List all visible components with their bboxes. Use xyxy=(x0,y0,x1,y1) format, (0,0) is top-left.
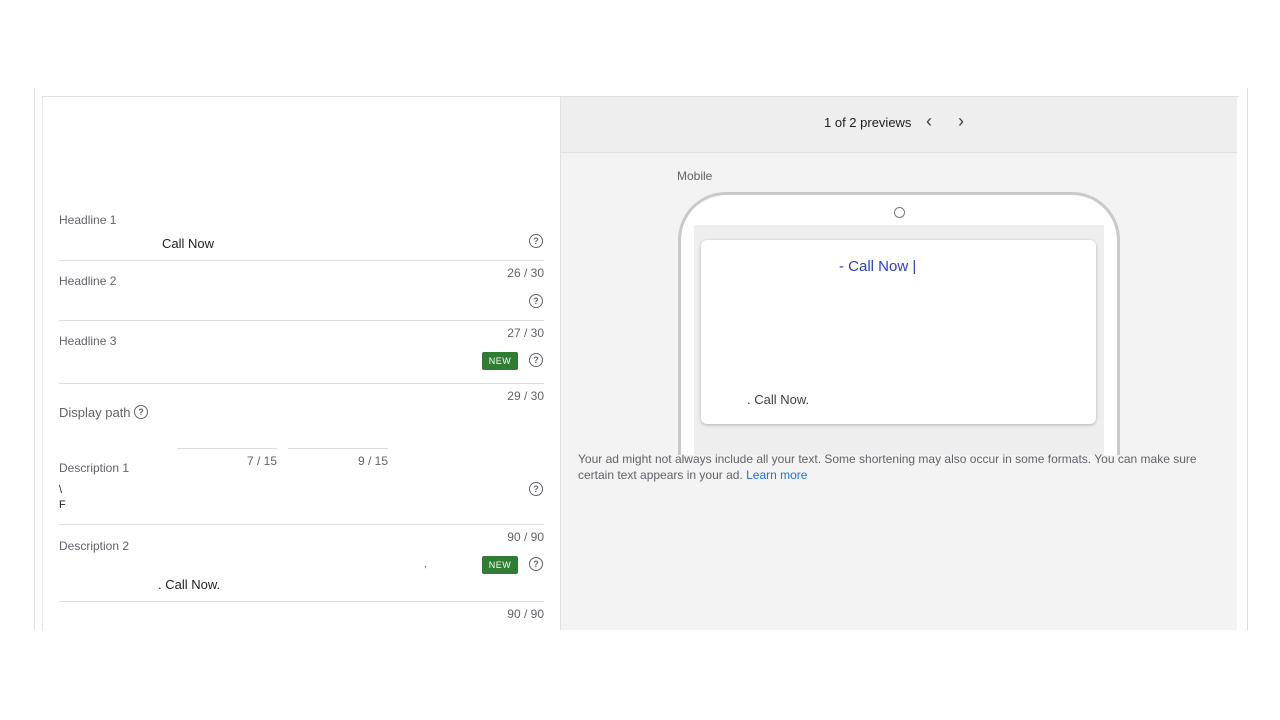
display-path-help-icon[interactable]: ? xyxy=(134,405,148,419)
description1-help-icon[interactable]: ? xyxy=(529,482,543,496)
description2-help-icon[interactable]: ? xyxy=(529,557,543,571)
headline3-counter: 29 / 30 xyxy=(507,389,544,403)
path1-counter: 7 / 15 xyxy=(246,454,277,468)
headline2-label: Headline 2 xyxy=(59,274,117,288)
ad-form: Headline 1 Call Now ? 26 / 30 Headline 2… xyxy=(43,97,560,630)
ad-description: . Call Now. xyxy=(747,392,810,407)
headline1-input[interactable]: Call Now xyxy=(162,236,214,251)
description2-stray-mark: , xyxy=(424,559,427,570)
phone-mockup: - Call Now | . Call Now. xyxy=(678,192,1120,455)
phone-screen: - Call Now | . Call Now. xyxy=(694,225,1104,455)
headline2-help-icon[interactable]: ? xyxy=(529,294,543,308)
description1-counter: 90 / 90 xyxy=(507,530,544,544)
ad-headline[interactable]: - Call Now | xyxy=(839,258,916,275)
preview-header: 1 of 2 previews ‹ › xyxy=(561,97,1237,153)
description1-label: Description 1 xyxy=(59,461,130,475)
headline3-help-icon[interactable]: ? xyxy=(529,353,543,367)
headline1-help-icon[interactable]: ? xyxy=(529,234,543,248)
description2-input[interactable]: . Call Now. xyxy=(158,577,220,592)
learn-more-link[interactable]: Learn more xyxy=(746,468,807,482)
description2-counter: 90 / 90 xyxy=(507,607,544,621)
preview-count: 1 of 2 previews xyxy=(824,115,912,130)
headline2-underline xyxy=(59,320,544,321)
display-path-label: Display path xyxy=(59,405,131,420)
chevron-left-icon[interactable]: ‹ xyxy=(918,111,940,133)
chevron-right-icon[interactable]: › xyxy=(950,111,972,133)
description1-input-line2[interactable]: F xyxy=(59,499,66,511)
path1-underline xyxy=(177,448,277,449)
description1-input-line1[interactable]: \ xyxy=(59,484,62,496)
camera-icon xyxy=(894,207,905,218)
path2-underline xyxy=(288,448,388,449)
description2-underline xyxy=(59,601,544,602)
device-label: Mobile xyxy=(677,169,713,183)
path2-counter: 9 / 15 xyxy=(357,454,388,468)
preview-note: Your ad might not always include all you… xyxy=(578,451,1228,483)
headline2-counter: 27 / 30 xyxy=(507,326,544,340)
headline1-underline xyxy=(59,260,544,261)
headline3-label: Headline 3 xyxy=(59,334,117,348)
ad-preview-card: - Call Now | . Call Now. xyxy=(701,240,1096,424)
headline3-new-badge: NEW xyxy=(482,352,518,370)
headline1-counter: 26 / 30 xyxy=(507,266,544,280)
description1-underline xyxy=(59,524,544,525)
preview-note-text: Your ad might not always include all you… xyxy=(578,452,1197,482)
description2-new-badge: NEW xyxy=(482,556,518,574)
headline3-underline xyxy=(59,383,544,384)
description2-label: Description 2 xyxy=(59,539,130,553)
headline1-label: Headline 1 xyxy=(59,213,117,227)
preview-panel: 1 of 2 previews ‹ › Mobile - Call Now | … xyxy=(560,97,1237,630)
